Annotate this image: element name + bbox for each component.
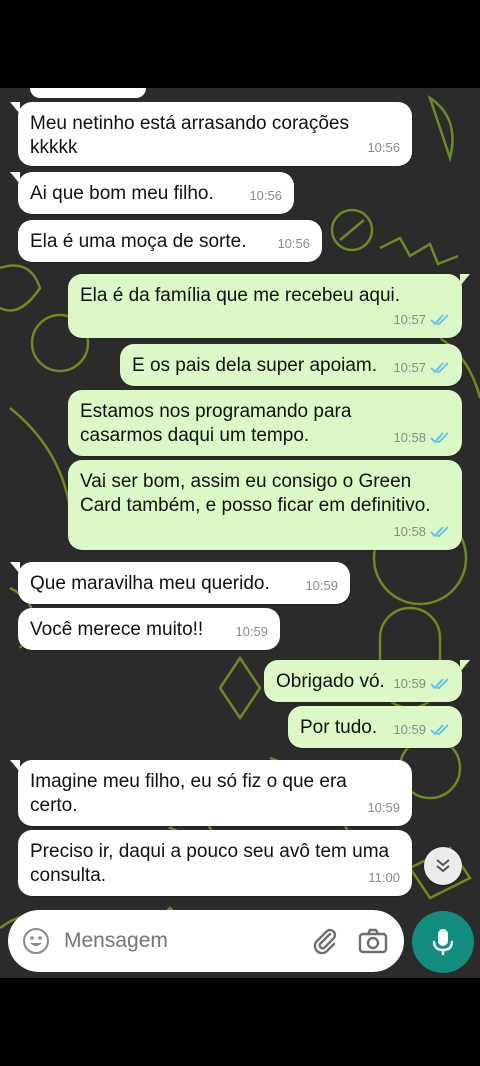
message-outgoing[interactable]: Estamos nos programando para casarmos da…: [68, 390, 462, 456]
message-time: 10:59: [367, 800, 400, 815]
read-receipt-icon: [430, 724, 449, 736]
emoji-icon[interactable]: [22, 927, 50, 955]
message-incoming[interactable]: Preciso ir, daqui a pouco seu avô tem um…: [18, 830, 412, 896]
message-incoming[interactable]: Você merece muito!! 10:59: [18, 608, 280, 650]
message-time: 10:59: [235, 624, 268, 639]
message-incoming[interactable]: Que maravilha meu querido. 10:59: [10, 562, 350, 604]
message-time: 10:59: [305, 578, 338, 593]
camera-icon[interactable]: [358, 927, 388, 955]
message-incoming[interactable]: Ai que bom meu filho. 10:56: [10, 172, 294, 214]
message-input[interactable]: [64, 924, 302, 958]
message-time: 10:56: [249, 188, 282, 203]
message-text: Você merece muito!!: [30, 619, 204, 640]
message-time: 10:57: [393, 312, 426, 327]
message-text: Vai ser bom, assim eu consigo o Green Ca…: [80, 471, 431, 516]
mic-icon: [432, 929, 454, 955]
paperclip-icon[interactable]: [310, 926, 340, 956]
message-incoming[interactable]: Meu netinho está arrasando corações kkkk…: [10, 102, 412, 166]
message-outgoing[interactable]: Por tudo. 10:59: [288, 706, 462, 748]
message-incoming[interactable]: Ela é uma moça de sorte. 10:56: [18, 220, 322, 262]
message-time: 10:57: [393, 360, 426, 375]
message-time: 10:59: [393, 722, 426, 737]
message-text: Ai que bom meu filho.: [30, 183, 214, 204]
partial-message-bubble: [30, 88, 146, 98]
message-time: 10:59: [393, 676, 426, 691]
read-receipt-icon: [430, 314, 449, 326]
message-outgoing[interactable]: Ela é da família que me recebeu aqui. 10…: [68, 274, 470, 338]
message-text: Ela é uma moça de sorte.: [30, 231, 247, 252]
read-receipt-icon: [430, 432, 449, 444]
message-time: 10:56: [277, 236, 310, 251]
message-incoming[interactable]: Imagine meu filho, eu só fiz o que era c…: [10, 760, 412, 826]
double-chevron-down-icon: [436, 859, 450, 873]
chat-area[interactable]: Meu netinho está arrasando corações kkkk…: [0, 88, 480, 978]
message-outgoing[interactable]: E os pais dela super apoiam. 10:57: [120, 344, 462, 386]
message-time: 10:58: [393, 430, 426, 445]
scroll-to-bottom-button[interactable]: [424, 847, 462, 885]
message-time: 10:56: [367, 140, 400, 155]
message-text: Ela é da família que me recebeu aqui.: [80, 285, 401, 306]
navigation-area: [0, 978, 480, 1066]
message-outgoing[interactable]: Obrigado vó. 10:59: [264, 660, 470, 702]
message-text: Preciso ir, daqui a pouco seu avô tem um…: [30, 841, 390, 886]
read-receipt-icon: [430, 678, 449, 690]
message-text: Que maravilha meu querido.: [30, 573, 270, 594]
message-input-bar[interactable]: [8, 910, 404, 972]
message-time: 11:00: [368, 870, 400, 885]
message-outgoing[interactable]: Vai ser bom, assim eu consigo o Green Ca…: [68, 460, 462, 550]
message-time: 10:58: [393, 524, 426, 539]
read-receipt-icon: [430, 362, 449, 374]
status-area: [0, 0, 480, 88]
read-receipt-icon: [430, 526, 449, 538]
message-text: Imagine meu filho, eu só fiz o que era c…: [30, 771, 347, 816]
mic-button[interactable]: [412, 911, 474, 973]
message-text: Meu netinho está arrasando corações kkkk…: [30, 113, 349, 158]
